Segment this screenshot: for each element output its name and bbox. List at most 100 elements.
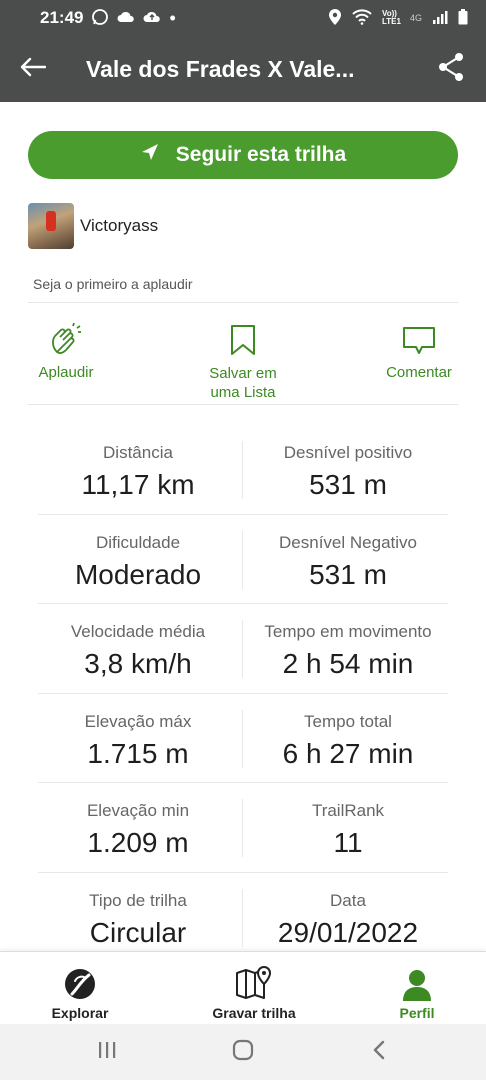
stat-value: 29/01/2022 bbox=[277, 916, 419, 948]
stat-trail-type: Tipo de trilha Circular bbox=[38, 873, 238, 949]
stat-min-elevation: Elevação min 1.209 m bbox=[38, 783, 238, 859]
home-icon bbox=[232, 1039, 254, 1066]
home-button[interactable] bbox=[203, 1024, 283, 1080]
stat-label: Velocidade média bbox=[70, 622, 206, 641]
avatar[interactable] bbox=[28, 203, 74, 249]
wifi-icon bbox=[352, 8, 372, 28]
stat-value: 2 h 54 min bbox=[282, 648, 414, 679]
stat-row: Dificuldade Moderado Desnível Negativo 5… bbox=[38, 515, 448, 604]
stat-average-speed: Velocidade média 3,8 km/h bbox=[38, 604, 238, 680]
stat-difficulty: Dificuldade Moderado bbox=[38, 515, 238, 591]
save-to-list-button[interactable]: Salvar em uma Lista bbox=[203, 312, 283, 402]
chevron-left-icon bbox=[372, 1040, 386, 1065]
divider bbox=[242, 799, 243, 857]
applaud-label: Aplaudir bbox=[38, 364, 94, 381]
stat-label: Elevação máx bbox=[84, 711, 192, 731]
stat-value: Circular bbox=[89, 916, 187, 948]
recents-button[interactable] bbox=[67, 1024, 147, 1080]
stat-label: Desnível Negativo bbox=[279, 532, 417, 552]
notification-dot-icon: • bbox=[169, 7, 176, 28]
clap-icon bbox=[49, 312, 83, 356]
battery-icon bbox=[458, 8, 468, 28]
share-button[interactable] bbox=[416, 36, 486, 102]
stat-value: 531 m bbox=[309, 469, 387, 500]
explore-icon bbox=[63, 961, 97, 1001]
comment-icon bbox=[402, 312, 436, 356]
action-bar: Aplaudir Salvar em uma Lista Comentar bbox=[28, 312, 458, 402]
divider bbox=[28, 404, 458, 405]
follow-trail-label: Seguir esta trilha bbox=[175, 143, 347, 166]
map-record-icon bbox=[235, 961, 273, 1001]
app-bar: Vale dos Frades X Vale... bbox=[0, 36, 486, 102]
nav-profile[interactable]: Perfil bbox=[377, 952, 457, 1025]
stat-row: Distância 11,17 km Desnível positivo 531… bbox=[38, 425, 448, 515]
author-name[interactable]: Victoryass bbox=[80, 216, 158, 236]
divider bbox=[242, 888, 243, 947]
follow-trail-button[interactable]: Seguir esta trilha bbox=[28, 131, 458, 179]
stat-value: 3,8 km/h bbox=[84, 648, 192, 679]
stat-label: Data bbox=[330, 890, 366, 910]
comment-button[interactable]: Comentar bbox=[380, 312, 458, 381]
location-icon bbox=[328, 8, 342, 29]
stat-moving-time: Tempo em movimento 2 h 54 min bbox=[248, 604, 448, 680]
applause-prompt: Seja o primeiro a aplaudir bbox=[33, 276, 193, 292]
divider bbox=[242, 620, 243, 678]
nav-record-trail[interactable]: Gravar trilha bbox=[194, 952, 314, 1025]
stat-trailrank: TrailRank 11 bbox=[248, 783, 448, 859]
divider bbox=[242, 441, 243, 499]
cloud-upload-icon bbox=[143, 10, 161, 27]
stat-total-time: Tempo total 6 h 27 min bbox=[248, 694, 448, 770]
bookmark-icon bbox=[229, 312, 257, 356]
volte-indicator: Vo)) LTE1 bbox=[381, 9, 401, 26]
signal-icon bbox=[432, 10, 448, 27]
cloud-icon bbox=[117, 10, 135, 27]
stat-row: Tipo de trilha Circular Data 29/01/2022 bbox=[38, 873, 448, 963]
stat-distance: Distância 11,17 km bbox=[38, 425, 238, 501]
nav-record-trail-label: Gravar trilha bbox=[212, 1005, 296, 1021]
trail-stats: Distância 11,17 km Desnível positivo 531… bbox=[38, 425, 448, 962]
stat-value: 11 bbox=[333, 827, 363, 858]
stat-elevation-loss: Desnível Negativo 531 m bbox=[248, 515, 448, 591]
author-row[interactable]: Victoryass bbox=[28, 203, 158, 249]
page-title: Vale dos Frades X Vale... bbox=[86, 55, 355, 82]
nav-explore-label: Explorar bbox=[51, 1005, 109, 1021]
stat-row: Elevação min 1.209 m TrailRank 11 bbox=[38, 783, 448, 873]
applaud-button[interactable]: Aplaudir bbox=[28, 312, 104, 381]
stat-value: 531 m bbox=[309, 558, 387, 590]
stat-label: Desnível positivo bbox=[283, 443, 413, 462]
recents-icon bbox=[97, 1041, 117, 1064]
network-type: 4G bbox=[409, 13, 422, 23]
status-time: 21:49 bbox=[40, 8, 84, 27]
stat-max-elevation: Elevação máx 1.715 m bbox=[38, 694, 238, 770]
stat-value: 11,17 km bbox=[81, 469, 195, 500]
stat-label: TrailRank bbox=[311, 801, 385, 820]
arrow-left-icon bbox=[20, 57, 47, 82]
nav-profile-label: Perfil bbox=[399, 1005, 435, 1021]
divider bbox=[242, 530, 243, 589]
stat-label: Tempo em movimento bbox=[264, 622, 432, 641]
stat-row: Elevação máx 1.715 m Tempo total 6 h 27 … bbox=[38, 694, 448, 783]
profile-icon bbox=[402, 961, 432, 1001]
stat-elevation-gain: Desnível positivo 531 m bbox=[248, 425, 448, 501]
bottom-navigation: Explorar Gravar trilha Perfil bbox=[0, 951, 486, 1024]
system-navigation bbox=[0, 1024, 486, 1080]
stat-row: Velocidade média 3,8 km/h Tempo em movim… bbox=[38, 604, 448, 694]
back-button[interactable] bbox=[0, 36, 66, 102]
system-back-button[interactable] bbox=[339, 1024, 419, 1080]
stat-value: 1.715 m bbox=[87, 737, 189, 769]
save-to-list-label: Salvar em uma Lista bbox=[209, 365, 277, 401]
stat-label: Elevação min bbox=[86, 801, 190, 820]
whatsapp-icon bbox=[91, 8, 109, 29]
stat-label: Tipo de trilha bbox=[89, 890, 187, 910]
stat-label: Dificuldade bbox=[95, 532, 181, 552]
divider bbox=[242, 709, 243, 768]
status-bar: 21:49 • Vo)) LTE1 4G bbox=[0, 0, 486, 36]
stat-value: Moderado bbox=[74, 558, 202, 590]
nav-explore[interactable]: Explorar bbox=[40, 952, 120, 1025]
navigation-arrow-icon bbox=[140, 142, 176, 168]
share-icon bbox=[437, 52, 465, 87]
stat-label: Distância bbox=[103, 443, 173, 462]
stat-value: 6 h 27 min bbox=[282, 737, 414, 769]
comment-label: Comentar bbox=[386, 364, 452, 381]
stat-label: Tempo total bbox=[304, 711, 392, 731]
